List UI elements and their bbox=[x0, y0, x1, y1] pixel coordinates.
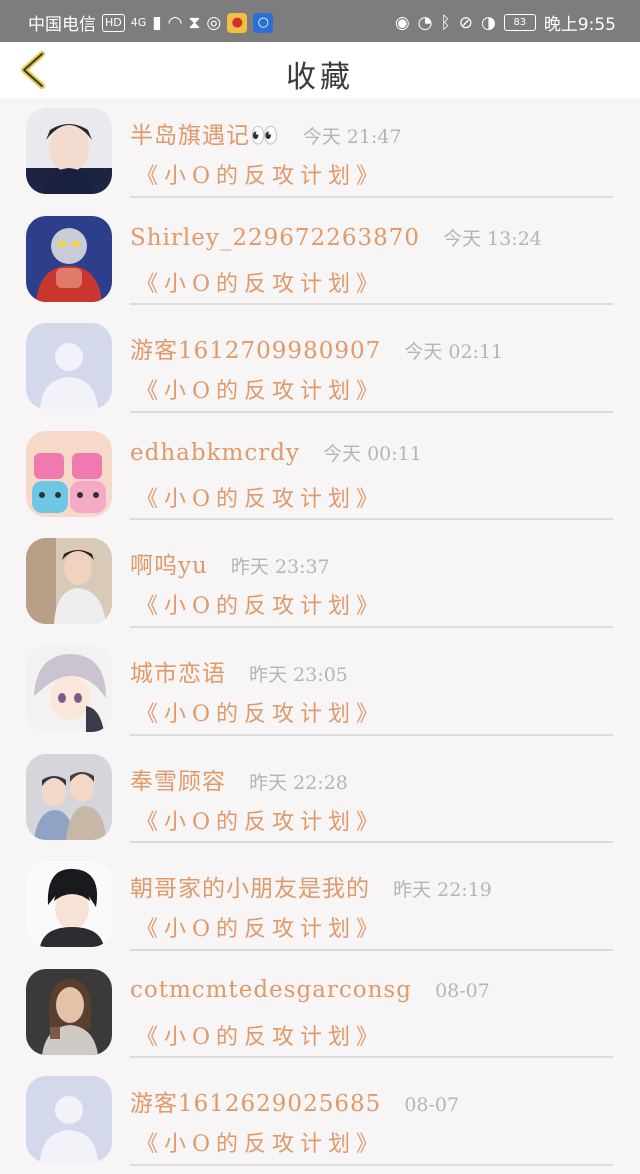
divider bbox=[130, 625, 613, 628]
list-item[interactable]: 半岛旗遇记👀 今天 21:47 《小O的反攻计划》 bbox=[0, 98, 640, 206]
status-bar: 中国电信 HD 4G ▮ ◠ ⧗ ◎ ● ○ ◉ ◔ ᛒ ⊘ ◑ 83 晚上9:… bbox=[0, 0, 640, 42]
book-title: 《小O的反攻计划》 bbox=[136, 809, 385, 835]
battery-icon: 83 bbox=[503, 14, 536, 31]
timestamp: 昨天 23:05 bbox=[249, 663, 348, 686]
timestamp: 昨天 22:19 bbox=[393, 879, 492, 902]
user-name: 啊呜yu bbox=[130, 553, 208, 580]
list-item[interactable]: 游客1612709980907 今天 02:11 《小O的反攻计划》 bbox=[0, 313, 640, 421]
user-name: 朝哥家的小朋友是我的 bbox=[130, 876, 370, 903]
avatar[interactable] bbox=[26, 108, 112, 194]
user-name: 游客1612629025685 bbox=[130, 1091, 382, 1118]
page-title: 收藏 bbox=[286, 60, 354, 95]
timestamp: 今天 13:24 bbox=[443, 227, 542, 250]
timestamp: 08-07 bbox=[435, 979, 490, 1002]
list-item[interactable]: 城市恋语 昨天 23:05 《小O的反攻计划》 bbox=[0, 636, 640, 744]
list-item[interactable]: edhabkmcrdy 今天 00:11 《小O的反攻计划》 bbox=[0, 421, 640, 529]
user-name: edhabkmcrdy bbox=[130, 439, 300, 466]
hourglass-icon: ⧗ bbox=[188, 12, 201, 33]
clock-label: 晚上9:55 bbox=[543, 15, 616, 35]
signal-icon: ▮ bbox=[152, 12, 162, 33]
list-item[interactable]: 朝哥家的小朋友是我的 昨天 22:19 《小O的反攻计划》 bbox=[0, 851, 640, 959]
weibo-icon: ● bbox=[227, 12, 248, 33]
avatar[interactable] bbox=[26, 538, 112, 625]
divider bbox=[130, 195, 613, 198]
bluetooth-icon: ᛒ bbox=[440, 12, 451, 33]
avatar[interactable] bbox=[26, 645, 112, 732]
title-bar: 收藏 bbox=[0, 42, 640, 98]
timestamp: 昨天 23:37 bbox=[230, 556, 330, 579]
avatar[interactable] bbox=[26, 1076, 112, 1163]
lightbulb-icon: ○ bbox=[253, 12, 274, 33]
hd-badge: HD bbox=[102, 13, 125, 32]
eye-icon: ◉ bbox=[394, 12, 410, 33]
alarm-icon: ◔ bbox=[417, 12, 433, 33]
book-title: 《小O的反攻计划》 bbox=[136, 164, 385, 189]
divider bbox=[130, 841, 613, 844]
divider bbox=[130, 733, 613, 736]
avatar[interactable] bbox=[26, 430, 112, 517]
book-title: 《小O的反攻计划》 bbox=[136, 1024, 385, 1050]
mute-icon: ⊘ bbox=[458, 12, 473, 33]
default-user-icon bbox=[26, 1076, 112, 1163]
book-title: 《小O的反攻计划》 bbox=[136, 379, 385, 405]
favorites-list: 半岛旗遇记👀 今天 21:47 《小O的反攻计划》 Shirley_229672… bbox=[0, 98, 640, 1174]
avatar[interactable] bbox=[26, 323, 112, 410]
list-item[interactable]: cotmcmtedesgarconsg 08-07 《小O的反攻计划》 bbox=[0, 959, 640, 1067]
list-item[interactable]: 啊呜yu 昨天 23:37 《小O的反攻计划》 bbox=[0, 528, 640, 636]
book-title: 《小O的反攻计划》 bbox=[136, 594, 385, 620]
book-title: 《小O的反攻计划》 bbox=[136, 486, 385, 512]
timestamp: 昨天 22:28 bbox=[249, 771, 348, 794]
list-item[interactable]: Shirley_229672263870 今天 13:24 《小O的反攻计划》 bbox=[0, 206, 640, 314]
user-name: 城市恋语 bbox=[130, 660, 226, 687]
timestamp: 今天 02:11 bbox=[404, 341, 504, 364]
divider bbox=[130, 410, 613, 413]
timestamp: 08-07 bbox=[404, 1094, 460, 1117]
carrier-label: 中国电信 bbox=[28, 15, 96, 35]
timestamp: 今天 21:47 bbox=[302, 126, 402, 148]
user-name: 半岛旗遇记👀 bbox=[130, 123, 280, 149]
divider bbox=[130, 1163, 613, 1166]
user-name: cotmcmtedesgarconsg bbox=[130, 976, 412, 1003]
book-title: 《小O的反攻计划》 bbox=[136, 271, 385, 297]
user-name: 奉雪顾容 bbox=[130, 768, 226, 795]
avatar[interactable] bbox=[26, 753, 112, 840]
list-item[interactable]: 游客1612629025685 08-07 《小O的反攻计划》 bbox=[0, 1066, 640, 1174]
divider bbox=[130, 948, 613, 951]
user-name: Shirley_229672263870 bbox=[130, 224, 420, 251]
speed-icon: ◑ bbox=[480, 12, 496, 33]
wechat-icon: ◎ bbox=[206, 12, 222, 33]
default-user-icon bbox=[26, 323, 112, 410]
user-name: 游客1612709980907 bbox=[130, 338, 382, 365]
divider bbox=[130, 303, 613, 306]
divider bbox=[130, 518, 613, 521]
avatar[interactable] bbox=[26, 861, 112, 948]
book-title: 《小O的反攻计划》 bbox=[136, 1132, 385, 1158]
wifi-icon: ◠ bbox=[167, 12, 183, 33]
avatar[interactable] bbox=[26, 968, 112, 1055]
divider bbox=[130, 1056, 613, 1059]
network-label: 4G bbox=[130, 16, 147, 29]
timestamp: 今天 00:11 bbox=[323, 442, 422, 465]
book-title: 《小O的反攻计划》 bbox=[136, 701, 385, 727]
book-title: 《小O的反攻计划》 bbox=[136, 917, 385, 943]
list-item[interactable]: 奉雪顾容 昨天 22:28 《小O的反攻计划》 bbox=[0, 744, 640, 852]
avatar[interactable] bbox=[26, 215, 112, 302]
